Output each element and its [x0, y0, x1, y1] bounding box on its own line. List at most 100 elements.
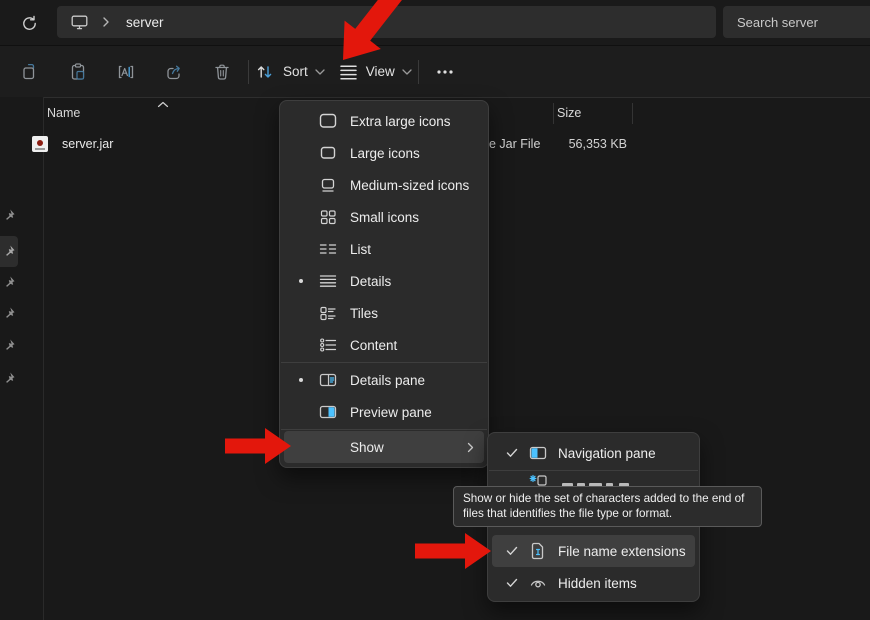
- small-icons-icon: [318, 207, 338, 227]
- menu-item-show[interactable]: Show: [284, 431, 484, 463]
- title-bar: server Search server: [0, 0, 870, 46]
- menu-separator: [281, 429, 487, 430]
- pin-icon[interactable]: [2, 244, 16, 258]
- menu-separator: [281, 362, 487, 363]
- details-pane-icon: [318, 370, 338, 390]
- tooltip-text: Show or hide the set of characters added…: [463, 492, 744, 520]
- size-header-label: Size: [557, 106, 581, 120]
- menu-item-tiles[interactable]: Tiles: [284, 297, 484, 329]
- view-button[interactable]: View: [339, 54, 412, 90]
- pin-icon[interactable]: [2, 371, 16, 385]
- menu-item-label: Tiles: [350, 306, 378, 321]
- refresh-button[interactable]: [14, 8, 44, 38]
- toolbar-separator: [248, 60, 249, 84]
- column-header-size[interactable]: Size: [557, 100, 581, 126]
- column-header-name[interactable]: Name: [47, 100, 80, 126]
- menu-item-list[interactable]: List: [284, 233, 484, 265]
- file-type-clipped: e Jar File: [489, 137, 540, 151]
- rename-icon: [116, 62, 136, 82]
- paste-button[interactable]: [58, 54, 98, 90]
- copy-button[interactable]: [10, 54, 50, 90]
- checkmark-icon: [496, 546, 528, 556]
- submenu-item-navigation-pane[interactable]: Navigation pane: [492, 437, 695, 469]
- more-options-icon: [436, 69, 454, 75]
- menu-item-label: Content: [350, 338, 397, 353]
- tiles-view-icon: [318, 303, 338, 323]
- file-size: 56,353 KB: [553, 137, 627, 151]
- delete-button[interactable]: [202, 54, 242, 90]
- view-menu: Extra large icons Large icons Medium-siz…: [279, 100, 489, 468]
- menu-item-extra-large-icons[interactable]: Extra large icons: [284, 105, 484, 137]
- pin-icon[interactable]: [2, 275, 16, 289]
- menu-item-details-pane[interactable]: Details pane: [284, 364, 484, 396]
- details-view-icon: [318, 271, 338, 291]
- chevron-right-icon: [467, 442, 474, 453]
- preview-pane-icon: [318, 402, 338, 422]
- menu-item-details[interactable]: Details: [284, 265, 484, 297]
- menu-item-small-icons[interactable]: Small icons: [284, 201, 484, 233]
- delete-icon: [212, 62, 232, 82]
- hidden-items-icon: [528, 573, 548, 593]
- submenu-item-file-name-extensions[interactable]: File name extensions: [492, 535, 695, 567]
- view-icon: [339, 63, 358, 81]
- menu-item-label: Extra large icons: [350, 114, 451, 129]
- menu-separator: [489, 470, 698, 471]
- pin-icon[interactable]: [2, 338, 16, 352]
- checkmark-icon: [496, 578, 528, 588]
- jar-file-icon: [32, 136, 48, 152]
- menu-item-label: Preview pane: [350, 405, 432, 420]
- tooltip: Show or hide the set of characters added…: [453, 486, 762, 527]
- obscured-menu-item[interactable]: [492, 473, 695, 487]
- menu-item-label: Small icons: [350, 210, 419, 225]
- pin-icon[interactable]: [2, 208, 16, 222]
- sort-label: Sort: [283, 64, 308, 79]
- chevron-down-icon: [315, 69, 325, 75]
- more-options-button[interactable]: [425, 54, 465, 90]
- menu-item-medium-sized-icons[interactable]: Medium-sized icons: [284, 169, 484, 201]
- content-view-icon: [318, 335, 338, 355]
- menu-item-preview-pane[interactable]: Preview pane: [284, 396, 484, 428]
- refresh-icon: [21, 15, 38, 32]
- share-button[interactable]: [154, 54, 194, 90]
- submenu-item-label: Navigation pane: [558, 446, 656, 461]
- file-name-extensions-icon: [528, 541, 548, 561]
- breadcrumb-segment[interactable]: server: [126, 15, 164, 30]
- empty-icon-slot: [318, 437, 338, 457]
- selected-indicator: [284, 378, 318, 382]
- sort-icon: [255, 62, 275, 82]
- pin-icon[interactable]: [2, 306, 16, 320]
- chevron-down-icon: [402, 69, 412, 75]
- extra-large-icons-icon: [318, 111, 338, 131]
- name-header-label: Name: [47, 106, 80, 120]
- column-separator[interactable]: [632, 103, 633, 124]
- menu-item-label: Show: [350, 440, 384, 455]
- arrow-to-file-name-extensions: [415, 533, 491, 569]
- address-bar[interactable]: server: [57, 6, 716, 38]
- command-bar: Sort View: [0, 46, 870, 98]
- toolbar-separator: [418, 60, 419, 84]
- file-name: server.jar: [62, 137, 113, 151]
- list-view-icon: [318, 239, 338, 259]
- breadcrumb-chevron-icon: [102, 17, 110, 27]
- view-label: View: [366, 64, 395, 79]
- search-placeholder: Search server: [737, 15, 818, 30]
- compact-view-icon-partial: [528, 473, 548, 487]
- menu-item-large-icons[interactable]: Large icons: [284, 137, 484, 169]
- search-input[interactable]: Search server: [723, 6, 870, 38]
- sort-ascending-icon: [157, 101, 169, 108]
- copy-icon: [20, 62, 40, 82]
- sort-button[interactable]: Sort: [255, 54, 325, 90]
- column-separator[interactable]: [553, 103, 554, 124]
- rename-button[interactable]: [106, 54, 146, 90]
- paste-icon: [68, 62, 88, 82]
- medium-sized-icons-icon: [318, 175, 338, 195]
- checkmark-icon: [496, 448, 528, 458]
- submenu-item-hidden-items[interactable]: Hidden items: [492, 567, 695, 599]
- share-icon: [164, 62, 184, 82]
- menu-item-label: Large icons: [350, 146, 420, 161]
- this-pc-icon[interactable]: [71, 15, 88, 30]
- menu-item-content[interactable]: Content: [284, 329, 484, 361]
- navigation-pane-icon: [528, 443, 548, 463]
- selected-indicator: [284, 279, 318, 283]
- navigation-pane-sliver: [0, 97, 44, 620]
